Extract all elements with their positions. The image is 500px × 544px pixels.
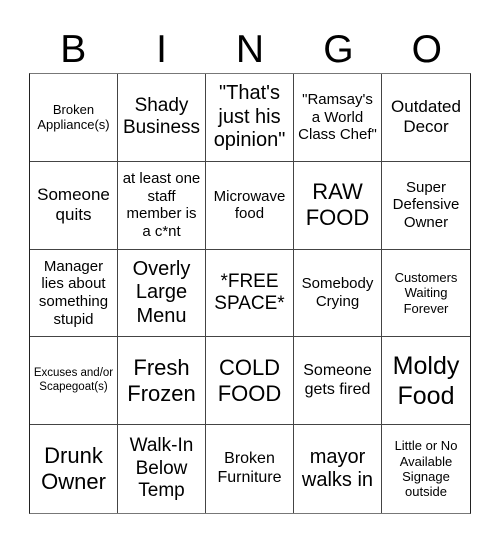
bingo-cell[interactable]: Somebody Crying bbox=[294, 249, 382, 338]
bingo-cell[interactable]: Shady Business bbox=[118, 74, 206, 162]
bingo-cell[interactable]: Overly Large Menu bbox=[118, 249, 206, 338]
bingo-board: Broken Appliance(s) Shady Business "That… bbox=[29, 73, 471, 514]
bingo-cell[interactable]: Someone gets fired bbox=[294, 337, 382, 426]
bingo-cell[interactable]: Broken Furniture bbox=[206, 425, 294, 513]
bingo-cell[interactable]: mayor walks in bbox=[294, 425, 382, 513]
header-letter-g: G bbox=[323, 28, 354, 71]
bingo-cell[interactable]: Fresh Frozen bbox=[118, 337, 206, 426]
bingo-cell[interactable]: Super Defensive Owner bbox=[382, 162, 470, 250]
free-space-cell[interactable]: *FREE SPACE* bbox=[206, 249, 294, 338]
bingo-cell[interactable]: Little or No Available Signage outside bbox=[382, 425, 470, 513]
bingo-cell[interactable]: Walk-In Below Temp bbox=[118, 425, 206, 513]
header-letter-n: N bbox=[235, 28, 265, 71]
header-letter-o: O bbox=[411, 28, 442, 71]
bingo-cell[interactable]: Drunk Owner bbox=[30, 425, 118, 513]
bingo-header: B I N G O bbox=[29, 20, 471, 73]
bingo-cell[interactable]: Broken Appliance(s) bbox=[30, 74, 118, 162]
bingo-cell[interactable]: Customers Waiting Forever bbox=[382, 250, 470, 338]
bingo-cell[interactable]: COLD FOOD bbox=[206, 337, 294, 426]
bingo-cell[interactable]: at least one staff member is a c*nt bbox=[118, 161, 206, 250]
header-letter-b: B bbox=[60, 28, 87, 71]
bingo-cell[interactable]: "That's just his opinion" bbox=[206, 74, 294, 162]
bingo-cell[interactable]: RAW FOOD bbox=[294, 161, 382, 250]
bingo-cell[interactable]: Moldy Food bbox=[382, 337, 470, 426]
bingo-cell[interactable]: Someone quits bbox=[30, 161, 118, 250]
bingo-cell[interactable]: Outdated Decor bbox=[382, 74, 470, 162]
bingo-cell[interactable]: Microwave food bbox=[206, 161, 294, 250]
bingo-cell[interactable]: Excuses and/or Scapegoat(s) bbox=[30, 337, 118, 426]
bingo-cell[interactable]: Manager lies about something stupid bbox=[30, 249, 118, 338]
bingo-cell[interactable]: "Ramsay's a World Class Chef" bbox=[294, 74, 382, 162]
header-letter-i: I bbox=[156, 28, 168, 71]
